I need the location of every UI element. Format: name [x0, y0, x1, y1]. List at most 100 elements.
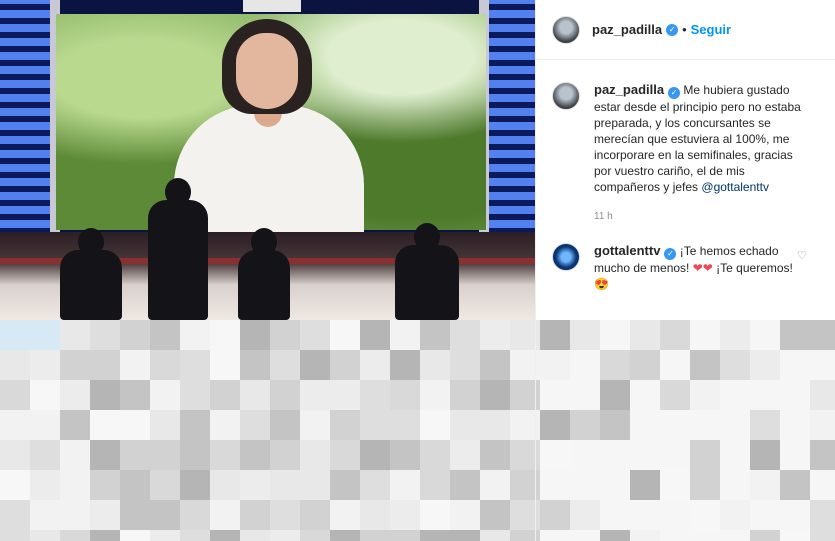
blur-pixel [120, 500, 150, 530]
blur-pixel [0, 530, 30, 541]
blur-pixel [240, 440, 270, 470]
blur-pixel [270, 410, 300, 440]
blur-pixel [240, 500, 270, 530]
author-username[interactable]: paz_padilla [592, 22, 662, 37]
blur-pixel [390, 470, 420, 500]
blur-pixel [180, 350, 210, 380]
comment-avatar[interactable] [552, 243, 580, 271]
blur-pixel [420, 440, 450, 470]
blur-pixel [300, 470, 330, 500]
blur-pixel [360, 320, 390, 350]
blur-pixel [210, 500, 240, 530]
post-header: paz_padilla ✓ • Seguir [536, 0, 835, 60]
blur-pixel [60, 470, 90, 500]
blur-pixel [210, 470, 240, 500]
blur-pixel [30, 380, 60, 410]
blur-pixel [420, 380, 450, 410]
blur-pixel [180, 500, 210, 530]
blur-pixel [360, 410, 390, 440]
blur-pixel [240, 530, 270, 541]
blur-pixel [420, 530, 450, 541]
blur-pixel [450, 380, 480, 410]
blur-pixel [210, 350, 240, 380]
blur-pixel [60, 350, 90, 380]
blur-pixel [330, 500, 360, 530]
comment-item: gottalenttv ✓ ¡Te hemos echado mucho de m… [536, 225, 835, 292]
blur-pixel [210, 530, 240, 541]
post-sidebar: paz_padilla ✓ • Seguir paz_padilla ✓ Me h… [535, 0, 835, 541]
verified-icon: ✓ [668, 87, 681, 99]
blur-pixel [480, 470, 510, 500]
blur-pixel [360, 440, 390, 470]
blur-pixel [0, 500, 30, 530]
like-comment-heart-icon[interactable]: ♡ [797, 250, 809, 262]
comment-username[interactable]: gottalenttv [594, 243, 660, 258]
video-screen [56, 14, 486, 235]
blur-pixel [0, 410, 30, 440]
blur-pixel [330, 380, 360, 410]
blur-pixel [150, 410, 180, 440]
follow-button[interactable]: Seguir [691, 22, 731, 37]
blur-pixel [150, 500, 180, 530]
blur-pixel [30, 410, 60, 440]
caption: paz_padilla ✓ Me hubiera gustado estar de… [536, 60, 835, 225]
blur-pixel [270, 500, 300, 530]
judge-silhouette [395, 223, 459, 320]
blur-pixel [30, 500, 60, 530]
blur-pixel [360, 380, 390, 410]
blur-pixel [0, 470, 30, 500]
blur-pixel [150, 470, 180, 500]
blur-pixel [210, 410, 240, 440]
blur-pixel [360, 350, 390, 380]
blur-pixel [300, 380, 330, 410]
caption-avatar[interactable] [552, 82, 580, 110]
blur-pixel [330, 440, 360, 470]
blur-pixel [450, 500, 480, 530]
blur-pixel [450, 440, 480, 470]
stage-led-panel-right [483, 0, 535, 270]
blur-pixel [180, 530, 210, 541]
blur-pixel [150, 350, 180, 380]
blur-pixel [180, 440, 210, 470]
caption-mention[interactable]: @gottalenttv [701, 180, 769, 194]
blur-pixel [0, 380, 30, 410]
image-top-tab [243, 0, 301, 12]
separator-dot: • [682, 22, 687, 37]
blur-pixel [120, 350, 150, 380]
blur-pixel [390, 410, 420, 440]
blur-pixel [90, 500, 120, 530]
blur-pixel [180, 380, 210, 410]
caption-text: Me hubiera gustado estar desde el princi… [594, 83, 801, 194]
blur-pixel [240, 350, 270, 380]
author-avatar[interactable] [552, 15, 580, 44]
blur-pixel [90, 320, 120, 350]
blur-pixel [360, 530, 390, 541]
blur-pixel [150, 380, 180, 410]
blur-pixel [390, 530, 420, 541]
blur-pixel [240, 470, 270, 500]
blur-pixel [0, 440, 30, 470]
blur-pixel [330, 320, 360, 350]
blur-pixel [150, 320, 180, 350]
blur-pixel [300, 350, 330, 380]
blur-pixel [90, 470, 120, 500]
caption-timestamp[interactable]: 11 h [594, 209, 804, 225]
blur-pixel [390, 440, 420, 470]
caption-username[interactable]: paz_padilla [594, 82, 664, 97]
blur-pixel [120, 470, 150, 500]
blur-pixel [120, 380, 150, 410]
blur-pixel [420, 320, 450, 350]
blur-pixel [330, 350, 360, 380]
blur-pixel [360, 500, 390, 530]
blur-pixel [480, 380, 510, 410]
blur-pixel [240, 410, 270, 440]
blur-pixel [210, 440, 240, 470]
blur-pixel [90, 380, 120, 410]
blur-pixel [390, 350, 420, 380]
blur-pixel [120, 530, 150, 541]
blur-pixel [450, 470, 480, 500]
blur-pixel [270, 320, 300, 350]
post-photo[interactable] [0, 0, 535, 320]
blur-pixel [420, 410, 450, 440]
blur-pixel [390, 380, 420, 410]
